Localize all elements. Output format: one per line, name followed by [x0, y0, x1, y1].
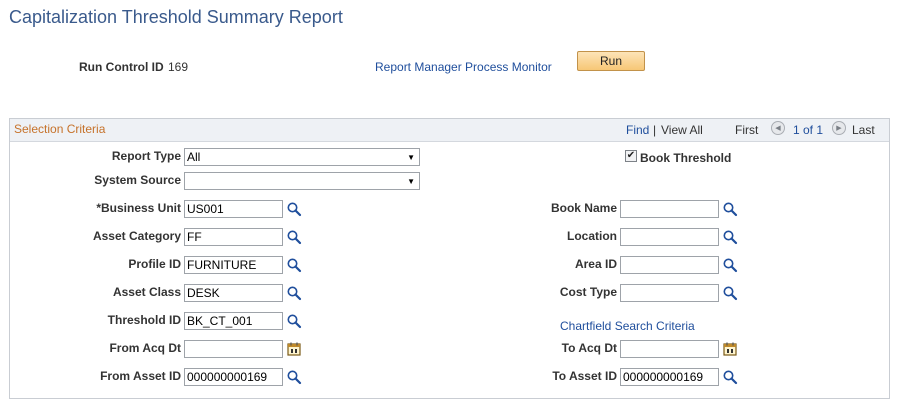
magnifier-icon[interactable] [286, 201, 302, 217]
to-asset-id-label: To Asset ID [552, 369, 617, 383]
asset-class-input[interactable] [184, 284, 283, 302]
to-acq-dt-label: To Acq Dt [561, 341, 617, 355]
system-source-select[interactable]: ▼ [184, 172, 420, 190]
profile-id-label: Profile ID [128, 257, 181, 271]
run-control-id-value: 169 [168, 60, 189, 74]
report-type-select[interactable]: All ▼ [184, 148, 420, 166]
threshold-id-label: Threshold ID [107, 313, 181, 327]
book-threshold-checkbox[interactable]: ✔ [625, 150, 637, 162]
to-acq-dt-input[interactable] [620, 340, 719, 358]
book-threshold-label: Book Threshold [640, 151, 732, 165]
business-unit-input[interactable] [184, 200, 283, 218]
asset-class-label: Asset Class [112, 285, 181, 299]
pager-text: 1 of 1 [793, 123, 824, 137]
asset-category-input[interactable] [184, 228, 283, 246]
report-type-label: Report Type [111, 149, 181, 163]
section-title: Selection Criteria [14, 122, 106, 136]
previous-icon[interactable]: ◀ [771, 121, 785, 135]
magnifier-icon[interactable] [286, 313, 302, 329]
calendar-icon[interactable] [722, 341, 738, 357]
magnifier-icon[interactable] [722, 369, 738, 385]
location-label: Location [567, 229, 617, 243]
next-icon[interactable]: ▶ [832, 121, 846, 135]
last-label[interactable]: Last [852, 123, 875, 137]
report-type-value: All [187, 150, 201, 164]
from-acq-dt-label: From Acq Dt [109, 341, 181, 355]
cost-type-input[interactable] [620, 284, 719, 302]
magnifier-icon[interactable] [286, 229, 302, 245]
to-asset-id-input[interactable] [620, 368, 719, 386]
book-name-label: Book Name [550, 201, 617, 215]
calendar-icon[interactable] [286, 341, 302, 357]
magnifier-icon[interactable] [722, 257, 738, 273]
from-acq-dt-input[interactable] [184, 340, 283, 358]
magnifier-icon[interactable] [286, 285, 302, 301]
magnifier-icon[interactable] [722, 285, 738, 301]
run-button[interactable]: Run [577, 51, 645, 71]
page-title: Capitalization Threshold Summary Report [9, 7, 343, 27]
asset-category-label: Asset Category [92, 229, 181, 243]
header-separator: | [653, 123, 657, 137]
threshold-id-input[interactable] [184, 312, 283, 330]
find-link[interactable]: Find [626, 123, 649, 137]
magnifier-icon[interactable] [722, 229, 738, 245]
chartfield-search-link[interactable]: Chartfield Search Criteria [560, 319, 695, 333]
location-input[interactable] [620, 228, 719, 246]
from-asset-id-input[interactable] [184, 368, 283, 386]
business-unit-label: *Business Unit [96, 201, 181, 215]
dropdown-arrow-icon: ▼ [407, 176, 415, 186]
area-id-label: Area ID [574, 257, 617, 271]
system-source-label: System Source [94, 173, 181, 187]
view-all-link[interactable]: View All [661, 123, 703, 137]
run-control-id-label: Run Control ID [79, 60, 164, 74]
process-monitor-link[interactable]: Report Manager Process Monitor [375, 60, 552, 74]
dropdown-arrow-icon: ▼ [407, 152, 415, 162]
magnifier-icon[interactable] [286, 257, 302, 273]
magnifier-icon[interactable] [722, 201, 738, 217]
magnifier-icon[interactable] [286, 369, 302, 385]
profile-id-input[interactable] [184, 256, 283, 274]
book-name-input[interactable] [620, 200, 719, 218]
cost-type-label: Cost Type [559, 285, 617, 299]
first-label[interactable]: First [735, 123, 758, 137]
from-asset-id-label: From Asset ID [100, 369, 181, 383]
area-id-input[interactable] [620, 256, 719, 274]
